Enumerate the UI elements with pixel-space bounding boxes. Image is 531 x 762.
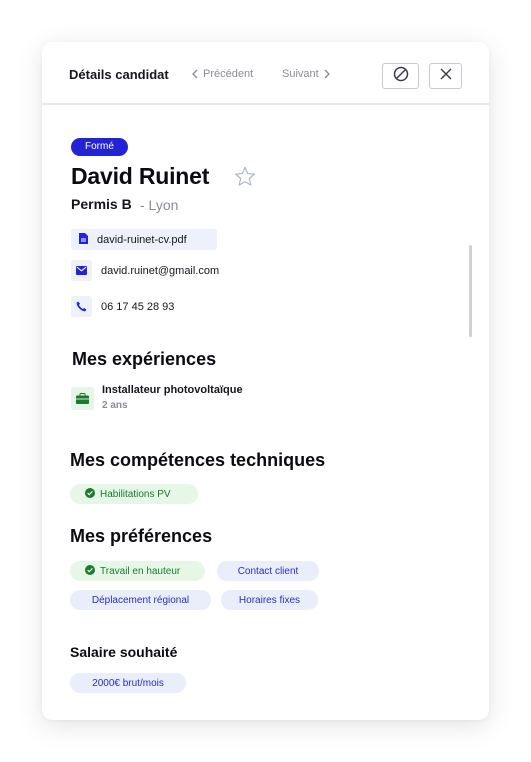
experiences-title: Mes expériences [72,349,217,369]
close-button[interactable] [429,63,462,89]
salary-title: Salaire souhaité [70,644,178,660]
block-icon [393,66,409,87]
chevron-left-icon [192,69,198,79]
preference-tag-contact-client: Contact client [217,561,319,581]
preference-tag-deplacement-regional: Déplacement régional [70,590,211,610]
chevron-right-icon [324,69,330,79]
candidate-name: David Ruinet [71,163,210,189]
scrollbar-thumb[interactable] [469,245,472,337]
email-row[interactable]: david.ruinet@gmail.com [71,260,219,281]
check-circle-icon [85,487,95,501]
mail-icon [71,260,92,281]
next-label: Suivant [282,68,319,80]
close-icon [440,67,452,85]
block-candidate-button[interactable] [382,63,419,89]
salary-tag: 2000€ brut/mois [70,673,186,693]
skill-tag-habilitations-pv: Habilitations PV [70,484,198,504]
preferences-title: Mes préférences [70,526,213,546]
candidate-city: - Lyon [140,197,179,213]
panel-title: Détails candidat [69,67,169,82]
briefcase-icon [71,387,94,410]
driving-license: Permis B [71,196,132,212]
cv-file-link[interactable]: david-ruinet-cv.pdf [71,229,217,250]
experience-job-title: Installateur photovoltaïque [102,384,243,396]
document-icon [79,232,88,247]
previous-button[interactable]: Précédent [192,68,253,80]
panel-header: Détails candidat Précédent Suivant [42,42,489,105]
skill-tag-label: Habilitations PV [100,488,171,500]
experience-duration: 2 ans [102,400,128,411]
previous-label: Précédent [203,68,254,80]
phone-icon [71,296,92,317]
check-circle-icon [85,564,95,578]
skills-title: Mes compétences techniques [70,450,326,470]
candidate-email: david.ruinet@gmail.com [101,264,220,277]
status-badge: Formé [71,138,128,156]
candidate-phone: 06 17 45 28 93 [101,300,175,313]
preference-tag-label: Travail en hauteur [100,565,181,577]
phone-row[interactable]: 06 17 45 28 93 [71,296,174,317]
candidate-details-panel: Détails candidat Précédent Suivant Formé [42,42,489,720]
cv-file-name: david-ruinet-cv.pdf [97,233,187,246]
preference-tag-horaires-fixes: Horaires fixes [221,590,318,610]
preference-tag-travail-en-hauteur: Travail en hauteur [70,561,205,581]
favorite-star-icon[interactable] [234,166,256,192]
next-button[interactable]: Suivant [282,68,330,80]
